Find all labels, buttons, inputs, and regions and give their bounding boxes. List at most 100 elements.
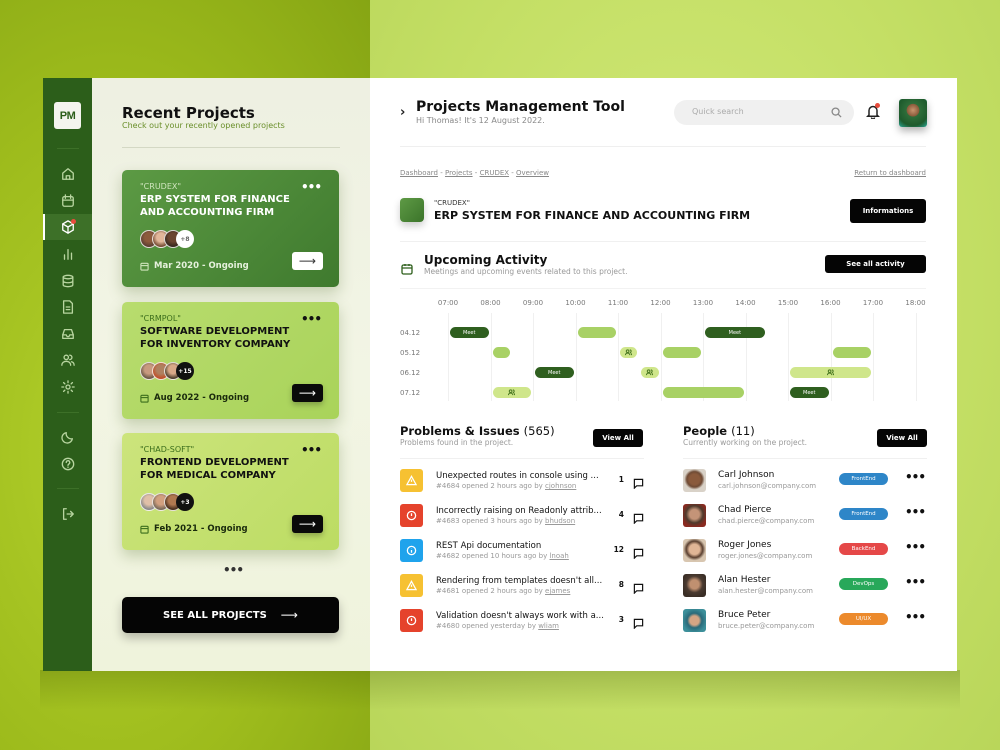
problems-view-all-button[interactable]: View All [593, 429, 643, 447]
issue-title[interactable]: Incorrectly raising on Readonly attrib..… [436, 506, 602, 516]
sidebar-item-analytics[interactable] [43, 241, 92, 267]
timeline-gridline [490, 313, 492, 401]
see-all-projects-button[interactable]: SEE ALL PROJECTS ⟶ [122, 597, 339, 633]
person-row[interactable]: Bruce Peter bruce.peter@company.com UI/UX •… [683, 609, 927, 635]
timeline-hour-label: 14:00 [735, 299, 756, 307]
issue-id: #4683 [436, 517, 460, 525]
person-name: Carl Johnson [718, 470, 775, 480]
activity-event[interactable] [577, 327, 616, 338]
timeline-hour-label: 07:00 [437, 299, 459, 307]
issue-title[interactable]: Validation doesn't always work with a... [436, 611, 604, 621]
role-badge: DevOps [839, 578, 888, 590]
expand-chevron-icon[interactable]: › [400, 105, 405, 120]
open-project-button[interactable]: ⟶ [292, 252, 323, 270]
meeting-event[interactable]: Meet [535, 367, 574, 378]
project-card-chad-soft[interactable]: "CHAD-SOFT" FRONTEND DEVELOPMENT FOR MED… [122, 433, 339, 550]
issue-row[interactable]: Incorrectly raising on Readonly attrib..… [400, 504, 644, 530]
activity-event[interactable] [492, 387, 531, 398]
sidebar-item-help[interactable] [43, 451, 92, 477]
issue-author-link[interactable]: ejames [545, 587, 570, 595]
activity-event[interactable] [620, 347, 638, 358]
comments-button[interactable] [633, 614, 644, 630]
app-logo[interactable]: PM [54, 102, 81, 129]
breadcrumb-overview[interactable]: Overview [516, 169, 549, 177]
sidebar-item-calendar[interactable] [43, 188, 92, 214]
user-avatar[interactable] [899, 99, 927, 127]
issue-author-link[interactable]: cjohnson [545, 482, 576, 490]
issue-title[interactable]: REST Api documentation [436, 541, 541, 551]
timeline-gridline [915, 313, 917, 401]
sidebar-item-home[interactable] [43, 161, 92, 187]
more-options-button[interactable]: ••• [301, 443, 322, 457]
sidebar-item-dark-mode[interactable] [43, 424, 92, 450]
more-options-button[interactable]: ••• [301, 180, 322, 194]
activity-event[interactable] [641, 367, 659, 378]
notifications-button[interactable] [865, 103, 881, 120]
sidebar-item-projects[interactable] [43, 214, 92, 240]
sidebar-item-inbox[interactable] [43, 321, 92, 347]
activity-event[interactable] [832, 347, 871, 358]
more-options-button[interactable]: ••• [905, 540, 926, 554]
issue-row[interactable]: Unexpected routes in console using ... #4… [400, 469, 644, 495]
person-row[interactable]: Alan Hester alan.hester@company.com DevOps… [683, 574, 927, 600]
person-row[interactable]: Carl Johnson carl.johnson@company.com Fron… [683, 469, 927, 495]
activity-event[interactable] [662, 347, 701, 358]
comments-button[interactable] [633, 474, 644, 490]
error-icon [406, 510, 417, 521]
error-icon [406, 615, 417, 626]
search-input[interactable]: Quick search [674, 100, 854, 125]
greeting: Hi Thomas! It's 12 August 2022. [416, 116, 545, 125]
issue-row[interactable]: Validation doesn't always work with a...… [400, 609, 644, 635]
comments-button[interactable] [633, 544, 644, 560]
issue-type-badge [400, 469, 423, 492]
issue-title[interactable]: Unexpected routes in console using ... [436, 471, 599, 481]
issue-author-link[interactable]: wliam [538, 622, 559, 630]
sidebar-item-database[interactable] [43, 268, 92, 294]
activity-event[interactable] [662, 387, 744, 398]
bar-chart-icon [63, 248, 72, 260]
issue-title[interactable]: Rendering from templates doesn't all... [436, 576, 602, 586]
more-options-button[interactable]: ••• [905, 610, 926, 624]
more-options-button[interactable]: ••• [905, 505, 926, 519]
more-options-button[interactable]: ••• [905, 575, 926, 589]
open-project-button[interactable]: ⟶ [292, 384, 323, 402]
more-options-button[interactable]: ••• [301, 312, 322, 326]
issue-author-link[interactable]: lnoah [549, 552, 568, 560]
person-row[interactable]: Chad Pierce chad.pierce@company.com FrontE… [683, 504, 927, 530]
issue-author-link[interactable]: bhudson [545, 517, 575, 525]
comments-button[interactable] [633, 509, 644, 525]
sidebar-divider [57, 488, 79, 489]
breadcrumb-dashboard[interactable]: Dashboard [400, 169, 438, 177]
people-view-all-button[interactable]: View All [877, 429, 927, 447]
project-title: FRONTEND DEVELOPMENT FOR MEDICAL COMPANY [140, 457, 289, 481]
activity-event[interactable] [492, 347, 510, 358]
open-project-button[interactable]: ⟶ [292, 515, 323, 533]
sidebar-item-users[interactable] [43, 347, 92, 373]
sidebar-item-settings[interactable] [43, 374, 92, 400]
issue-meta: #4680 opened yesterday by wliam [436, 622, 559, 630]
sidebar-item-logout[interactable] [43, 501, 92, 527]
return-to-dashboard-link[interactable]: Return to dashboard [854, 169, 926, 177]
more-options-button[interactable]: ••• [905, 470, 926, 484]
sidebar-item-documents[interactable] [43, 294, 92, 320]
timeline-day-label: 07.12 [400, 389, 421, 397]
activity-event[interactable] [790, 367, 871, 378]
meeting-event[interactable]: Meet [705, 327, 765, 338]
person-row[interactable]: Roger Jones roger.jones@company.com BackEn… [683, 539, 927, 565]
meeting-event[interactable]: Meet [450, 327, 489, 338]
meeting-event[interactable]: Meet [790, 387, 829, 398]
comments-button[interactable] [633, 579, 644, 595]
main-panel: › Projects Management Tool Hi Thomas! It… [370, 78, 957, 671]
help-icon [61, 457, 74, 471]
issue-row[interactable]: Rendering from templates doesn't all... #… [400, 574, 644, 600]
project-card-crudex[interactable]: "CRUDEX" ERP SYSTEM FOR FINANCE AND ACCO… [122, 170, 339, 287]
issue-meta: #4682 opened 10 hours ago by lnoah [436, 552, 569, 560]
problems-title-text: Problems & Issues [400, 424, 520, 438]
breadcrumb-projects[interactable]: Projects [445, 169, 473, 177]
issue-row[interactable]: REST Api documentation #4682 opened 10 ho… [400, 539, 644, 565]
breadcrumb-crudex[interactable]: CRUDEX [480, 169, 509, 177]
see-all-activity-button[interactable]: See all activity [825, 255, 926, 273]
informations-button[interactable]: Informations [850, 199, 926, 223]
search-icon[interactable] [831, 107, 842, 118]
project-card-crmpol[interactable]: "CRMPOL" SOFTWARE DEVELOPMENT FOR INVENT… [122, 302, 339, 419]
